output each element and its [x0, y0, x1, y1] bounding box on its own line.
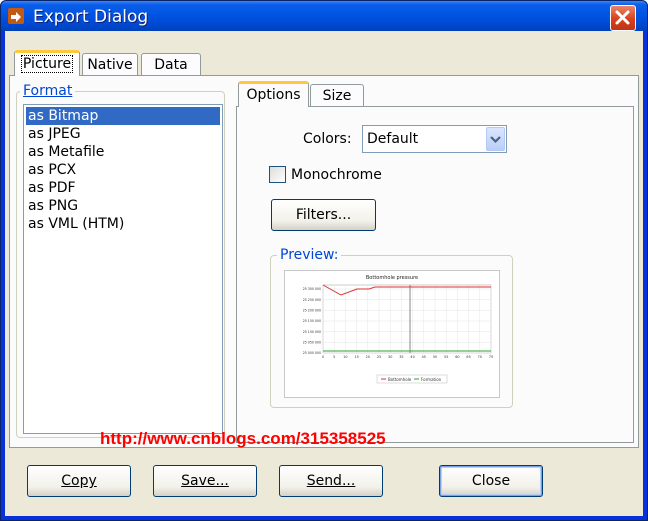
app-icon [8, 8, 24, 24]
preview-x-tick: 15 [354, 355, 358, 359]
monochrome-label[interactable]: Monochrome [291, 166, 382, 184]
export-dialog-window: Export Dialog Picture Native Data Format… [0, 0, 648, 521]
preview-x-tick: 55 [444, 355, 448, 359]
preview-y-tick: 25 250 000 [303, 298, 321, 302]
colors-dropdown[interactable]: Default [362, 125, 507, 153]
monochrome-checkbox[interactable] [269, 166, 286, 183]
preview-chart: Bottomhole pressure 25 300 000 25 250 000… [303, 275, 493, 384]
preview-y-tick: 25 200 000 [303, 309, 321, 313]
preview-chart-title: Bottomhole pressure [366, 275, 418, 281]
close-window-button[interactable] [610, 5, 636, 31]
colors-value: Default [367, 131, 419, 147]
preview-y-tick: 25 050 000 [303, 341, 321, 345]
tab-options[interactable]: Options [238, 81, 309, 107]
preview-y-tick: 25 150 000 [303, 319, 321, 323]
options-tab-panel: Colors: Default Monochrome Filters... Pr… [236, 106, 634, 443]
preview-x-tick: 5 [333, 355, 335, 359]
preview-legend-formation: Formation [421, 377, 442, 382]
list-item-png[interactable]: as PNG [26, 197, 220, 215]
list-item-bitmap[interactable]: as Bitmap [26, 107, 220, 125]
preview-y-tick: 25 300 000 [303, 287, 321, 291]
preview-y-tick: 25 100 000 [303, 330, 321, 334]
preview-x-tick: 45 [422, 355, 426, 359]
preview-x-tick: 70 [478, 355, 482, 359]
preview-x-tick: 25 [377, 355, 381, 359]
send-button[interactable]: Send... [279, 465, 383, 497]
preview-x-tick: 0 [322, 355, 324, 359]
preview-x-tick: 20 [366, 355, 370, 359]
copy-button[interactable]: Copy [27, 465, 131, 497]
tab-picture-label: Picture [20, 55, 74, 73]
tab-data[interactable]: Data [141, 53, 201, 75]
list-item-pcx[interactable]: as PCX [26, 161, 220, 179]
filters-button[interactable]: Filters... [271, 199, 376, 231]
picture-tab-panel: Format as Bitmap as JPEG as Metafile as … [9, 75, 639, 448]
preview-x-tick: 35 [399, 355, 403, 359]
list-item-jpeg[interactable]: as JPEG [26, 125, 220, 143]
watermark-text: http://www.cnblogs.com/315358525 [100, 429, 386, 448]
preview-plot-area [322, 284, 492, 354]
preview-x-tick: 40 [410, 355, 414, 359]
list-item-vml[interactable]: as VML (HTM) [26, 215, 220, 233]
close-icon [615, 10, 630, 25]
tab-native[interactable]: Native [82, 53, 138, 75]
save-button[interactable]: Save... [153, 465, 257, 497]
preview-x-tick: 10 [343, 355, 347, 359]
list-item-pdf[interactable]: as PDF [26, 179, 220, 197]
close-button[interactable]: Close [439, 465, 543, 497]
list-item-metafile[interactable]: as Metafile [26, 143, 220, 161]
preview-y-tick: 25 000 000 [303, 351, 321, 355]
title-bar[interactable]: Export Dialog [1, 1, 647, 31]
format-list[interactable]: as Bitmap as JPEG as Metafile as PCX as … [23, 104, 223, 434]
preview-x-tick: 50 [433, 355, 437, 359]
chevron-down-icon [490, 136, 501, 144]
dialog-body: Picture Native Data Format as Bitmap as … [5, 31, 643, 516]
colors-label: Colors: [303, 131, 352, 147]
preview-image: Bottomhole pressure 25 300 000 25 250 000… [284, 270, 500, 398]
window-title: Export Dialog [33, 7, 149, 27]
tab-size[interactable]: Size [310, 84, 364, 106]
format-legend: Format [20, 83, 76, 99]
dropdown-arrow[interactable] [486, 127, 505, 151]
preview-x-tick: 60 [455, 355, 459, 359]
preview-x-tick: 65 [466, 355, 470, 359]
preview-legend-bottomhole: Bottomhole [388, 377, 412, 382]
tab-picture[interactable]: Picture [14, 50, 80, 76]
preview-x-tick: 30 [388, 355, 392, 359]
preview-legend: Preview: [277, 247, 342, 263]
preview-x-tick: 75 [489, 355, 493, 359]
